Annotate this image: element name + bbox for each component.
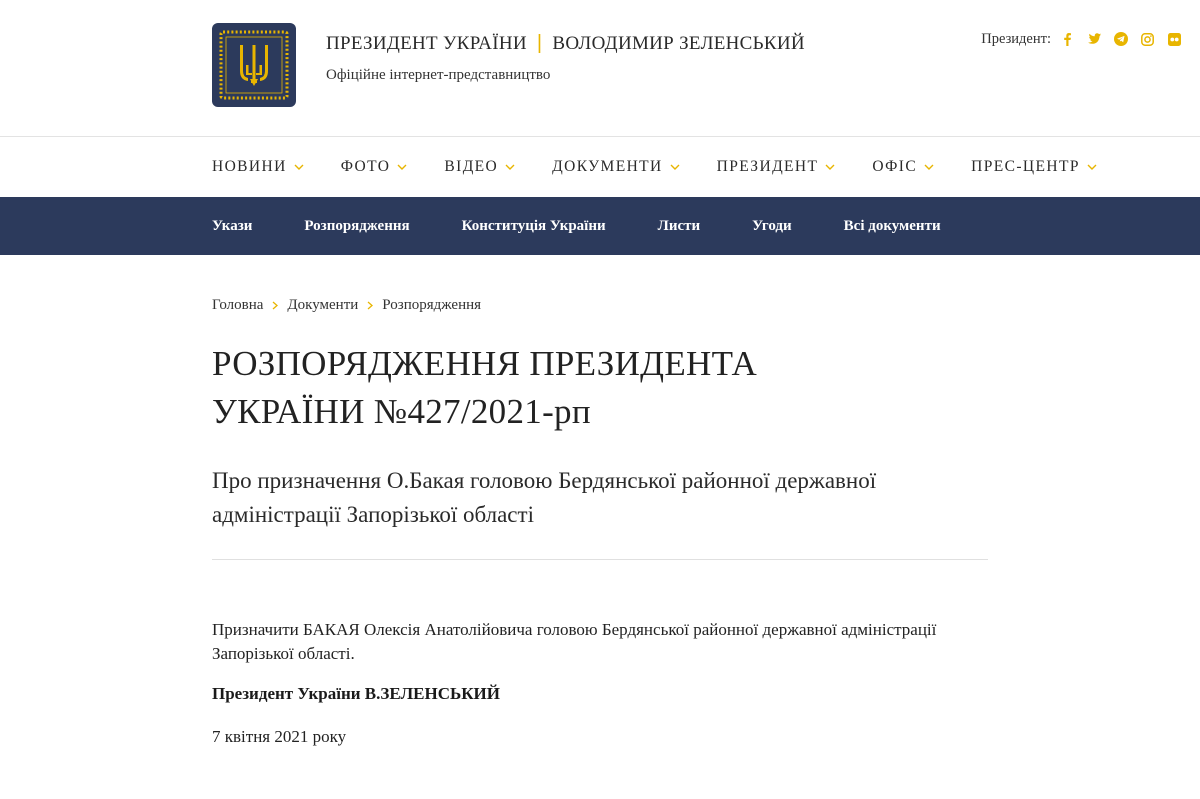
breadcrumb-home-link[interactable]: Головна [212, 297, 263, 314]
site-header: ПРЕЗИДЕНТ УКРАЇНИ | ВОЛОДИМИР ЗЕЛЕНСЬКИЙ О… [0, 0, 1200, 137]
chevron-down-icon [924, 164, 934, 170]
nav-item-press-center[interactable]: ПРЕС-ЦЕНТР [971, 158, 1097, 176]
nav-item-president[interactable]: ПРЕЗИДЕНТ [717, 158, 836, 176]
subnav-item-orders[interactable]: Розпорядження [304, 218, 409, 235]
trident-icon [219, 30, 289, 100]
subnav-item-decrees[interactable]: Укази [212, 218, 252, 235]
breadcrumb-orders-link[interactable]: Розпорядження [382, 297, 481, 314]
document-body: Призначити БАКАЯ Олексія Анатолійовича г… [212, 620, 937, 663]
document-date: 7 квітня 2021 року [212, 727, 347, 746]
nav-item-label: ВІДЕО [444, 158, 499, 175]
breadcrumb-documents-link[interactable]: Документи [287, 297, 358, 314]
site-title-separator: | [536, 32, 543, 54]
breadcrumb: Головна Документи Розпорядження [212, 297, 481, 314]
instagram-icon[interactable] [1134, 30, 1161, 48]
social-label: Президент: [981, 30, 1051, 47]
site-subtitle: Офіційне інтернет-представництво [326, 67, 551, 83]
subnav-item-all-documents[interactable]: Всі документи [844, 218, 941, 235]
chevron-down-icon [1087, 164, 1097, 170]
twitter-icon[interactable] [1080, 30, 1107, 48]
chevron-down-icon [670, 164, 680, 170]
main-navigation: НОВИНИ ФОТО ВІДЕО ДОКУМЕНТИ ПРЕЗИДЕНТ ОФ… [0, 137, 1200, 197]
documents-subnavigation: Укази Розпорядження Конституція України … [0, 197, 1200, 255]
document-signature: Президент України В.ЗЕЛЕНСЬКИЙ [212, 684, 500, 703]
nav-item-label: ОФІС [872, 158, 918, 175]
flickr-icon[interactable] [1161, 30, 1188, 48]
nav-item-label: ФОТО [340, 158, 391, 175]
nav-item-photo[interactable]: ФОТО [341, 158, 408, 176]
chevron-right-icon [272, 301, 279, 310]
chevron-down-icon [505, 164, 515, 170]
chevron-right-icon [367, 301, 374, 310]
nav-item-label: ПРЕС-ЦЕНТР [971, 158, 1080, 175]
nav-item-news[interactable]: НОВИНИ [212, 158, 304, 176]
subnav-item-agreements[interactable]: Угоди [752, 218, 792, 235]
content-divider [212, 559, 988, 560]
trident-emblem-logo[interactable] [212, 23, 296, 107]
facebook-icon[interactable] [1053, 30, 1080, 48]
nav-item-documents[interactable]: ДОКУМЕНТИ [552, 158, 680, 176]
telegram-icon[interactable] [1107, 30, 1134, 48]
nav-item-label: ДОКУМЕНТИ [552, 158, 663, 175]
subnav-item-letters[interactable]: Листи [658, 218, 701, 235]
chevron-down-icon [825, 164, 835, 170]
social-links: Президент: [981, 30, 1188, 48]
site-title-right: ВОЛОДИМИР ЗЕЛЕНСЬКИЙ [552, 33, 805, 54]
nav-item-label: НОВИНИ [212, 158, 287, 175]
nav-item-office[interactable]: ОФІС [872, 158, 934, 176]
subnav-item-constitution[interactable]: Конституція України [462, 218, 606, 235]
chevron-down-icon [397, 164, 407, 170]
chevron-down-icon [294, 164, 304, 170]
document-subtitle: Про призначення О.Бакая головою Бердянсь… [212, 468, 877, 527]
nav-item-video[interactable]: ВІДЕО [444, 158, 515, 176]
page-title: РОЗПОРЯДЖЕННЯ ПРЕЗИДЕНТА УКРАЇНИ №427/20… [212, 344, 758, 431]
site-title[interactable]: ПРЕЗИДЕНТ УКРАЇНИ | ВОЛОДИМИР ЗЕЛЕНСЬКИЙ [326, 32, 805, 55]
nav-item-label: ПРЕЗИДЕНТ [716, 158, 819, 175]
site-title-left: ПРЕЗИДЕНТ УКРАЇНИ [326, 33, 527, 54]
